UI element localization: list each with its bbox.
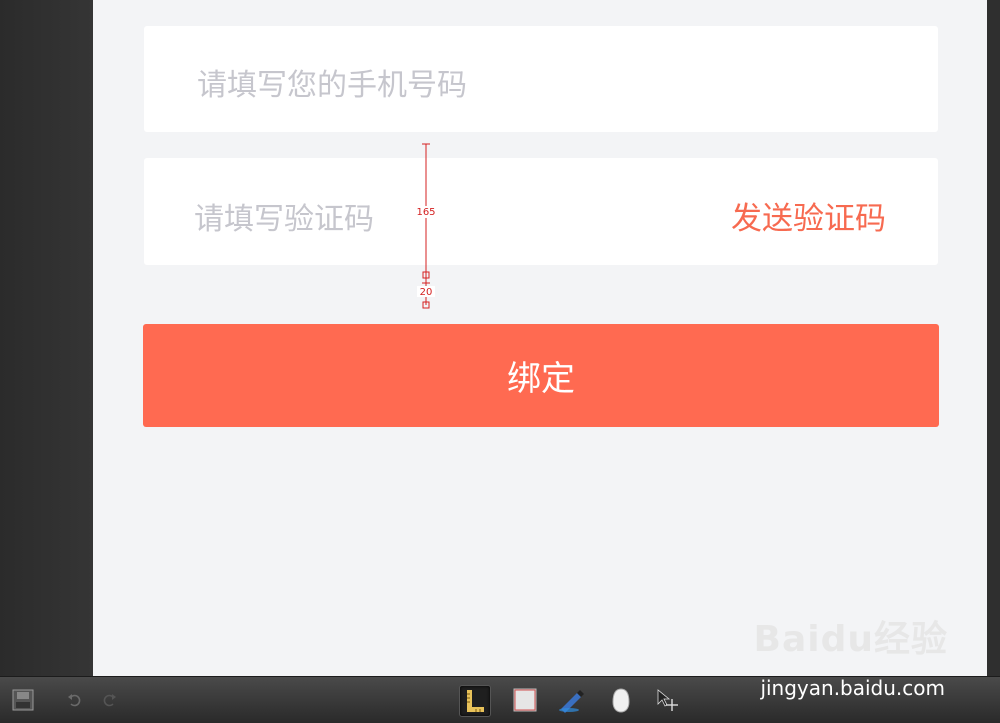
watermark-url: jingyan.baidu.com	[760, 676, 945, 700]
undo-button[interactable]	[60, 685, 90, 715]
right-dark-panel	[987, 0, 1000, 676]
left-dark-panel	[0, 0, 93, 676]
phone-field[interactable]: 请填写您的手机号码	[144, 26, 938, 132]
move-tool-button[interactable]	[652, 685, 682, 715]
redo-icon	[103, 694, 116, 707]
move-icon	[657, 689, 678, 711]
pen-icon	[559, 690, 584, 713]
bind-button[interactable]: 绑定	[143, 324, 939, 427]
redo-button[interactable]	[94, 685, 124, 715]
save-icon	[12, 689, 34, 711]
phone-placeholder: 请填写您的手机号码	[197, 68, 467, 103]
shape-icon	[612, 688, 630, 713]
ruler-tool-button[interactable]	[459, 685, 491, 717]
ruler-icon	[467, 690, 484, 712]
undo-icon	[68, 694, 81, 707]
code-placeholder: 请填写验证码	[194, 202, 374, 237]
shape-tool-button[interactable]	[606, 685, 636, 715]
pen-tool-button[interactable]	[557, 685, 587, 715]
save-button[interactable]	[8, 685, 38, 715]
rectangle-icon	[513, 688, 537, 712]
design-canvas: 请填写您的手机号码 请填写验证码 发送验证码 绑定 165 20	[93, 0, 987, 676]
send-code-button[interactable]: 发送验证码	[731, 193, 886, 238]
rectangle-tool-button[interactable]	[510, 685, 540, 715]
verification-code-field[interactable]: 请填写验证码 发送验证码	[144, 158, 938, 265]
measure-label-small: 20	[420, 287, 433, 298]
